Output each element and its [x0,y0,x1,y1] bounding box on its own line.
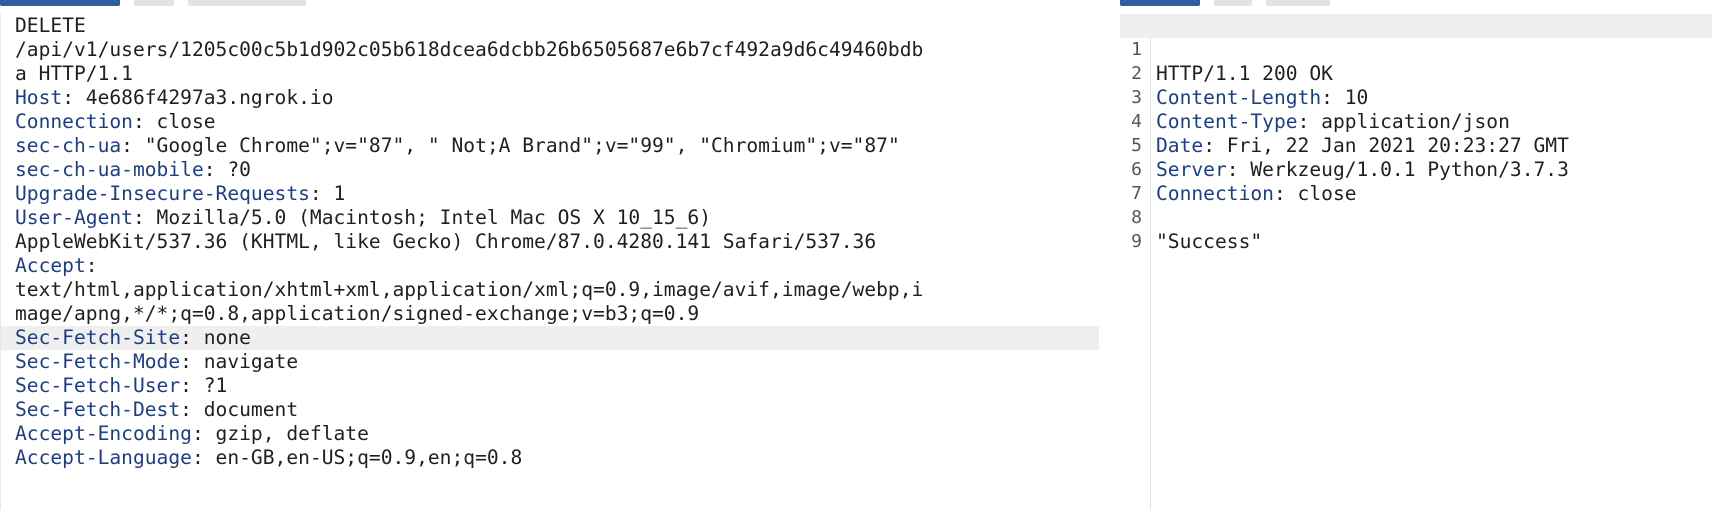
header-value: mage/apng,*/*;q=0.8,application/signed-e… [15,302,700,325]
response-line[interactable]: 6 Connection: close [1120,134,1712,205]
header-name: Accept-Language [15,446,192,469]
header-name: Upgrade-Insecure-Requests [15,182,310,205]
request-line[interactable]: Sec-Fetch-User: ?1 [1,374,1099,398]
request-line[interactable]: Sec-Fetch-Dest: document [1,398,1099,422]
header-name: Connection [15,110,133,133]
request-line[interactable]: Host: 4e686f4297a3.ngrok.io [1,86,1099,110]
header-name: User-Agent [15,206,133,229]
header-value: ?1 [191,374,228,397]
response-line[interactable]: 4 Date: Fri, 22 Jan 2021 20:23:27 GMT [1120,86,1712,157]
header-name: Sec-Fetch-Mode [15,350,181,373]
response-line[interactable]: 5 Server: Werkzeug/1.0.1 Python/3.7.3 [1120,110,1712,181]
request-line[interactable]: /api/v1/users/1205c00c5b1d902c05b618dcea… [1,38,1099,62]
request-line[interactable]: Connection: close [1,110,1099,134]
request-line[interactable]: AppleWebKit/537.36 (KHTML, like Gecko) C… [1,230,1099,254]
response-line[interactable]: 7 [1120,158,1712,204]
request-line[interactable]: sec-ch-ua-mobile: ?0 [1,158,1099,182]
response-tab[interactable] [1214,0,1252,6]
header-value: ?0 [215,158,251,181]
response-viewer[interactable]: 1 HTTP/1.1 200 OK 2 Content-Length: 10 3… [1120,14,1712,510]
response-line[interactable]: 9 [1120,206,1712,252]
header-name: sec-ch-ua [15,134,122,157]
header-value: DELETE [15,14,86,37]
header-name: Sec-Fetch-User [15,374,181,397]
header-value: 1 [321,182,346,205]
http-message-viewer: DELETE /api/v1/users/1205c00c5b1d902c05b… [0,0,1712,510]
header-value: "Google Chrome";v="87", " Not;A Brand";v… [132,134,900,157]
header-value: close [144,110,216,133]
header-value: /api/v1/users/1205c00c5b1d902c05b618dcea… [15,38,924,61]
header-value: document [191,398,299,421]
header-value: none [191,326,251,349]
header-value: Mozilla/5.0 (Macintosh; Intel Mac OS X 1… [144,206,711,229]
response-line[interactable]: 8 "Success" [1120,182,1712,253]
header-value: AppleWebKit/537.36 (KHTML, like Gecko) C… [15,230,877,253]
response-line[interactable]: 3 Content-Type: application/json [1120,62,1712,133]
response-tab-active[interactable] [1120,0,1200,6]
header-name: Sec-Fetch-Dest [15,398,181,421]
header-value: 4e686f4297a3.ngrok.io [73,86,334,109]
request-line[interactable]: Accept-Encoding: gzip, deflate [1,422,1099,446]
request-tab[interactable] [134,0,174,6]
header-name: Sec-Fetch-Site [15,326,181,349]
request-line[interactable]: Upgrade-Insecure-Requests: 1 [1,182,1099,206]
response-line[interactable]: 2 Content-Length: 10 [1120,38,1712,109]
request-line[interactable]: a HTTP/1.1 [1,62,1099,86]
response-line-current[interactable]: 1 HTTP/1.1 200 OK [1120,14,1712,85]
header-value: en-GB,en-US;q=0.9,en;q=0.8 [203,446,523,469]
request-tab-active[interactable] [0,0,120,6]
request-line[interactable]: mage/apng,*/*;q=0.8,application/signed-e… [1,302,1099,326]
request-line[interactable]: sec-ch-ua: "Google Chrome";v="87", " Not… [1,134,1099,158]
request-line[interactable]: User-Agent: Mozilla/5.0 (Macintosh; Inte… [1,206,1099,230]
response-tab-strip [1120,0,1344,6]
request-line[interactable]: DELETE [1,14,1099,38]
header-name: sec-ch-ua-mobile [15,158,204,181]
response-tab[interactable] [1266,0,1330,6]
request-line[interactable]: Sec-Fetch-Mode: navigate [1,350,1099,374]
line-number: 9 [1131,231,1142,252]
request-line[interactable]: text/html,application/xhtml+xml,applicat… [1,278,1099,302]
header-name: Accept-Encoding [15,422,192,445]
header-value: text/html,application/xhtml+xml,applicat… [15,278,924,301]
request-line[interactable]: Accept: [1,254,1099,278]
header-value: gzip, deflate [203,422,369,445]
request-line-current[interactable]: Sec-Fetch-Site: none [1,326,1099,350]
request-tab-strip [0,0,320,6]
header-value: navigate [191,350,299,373]
header-name: Host [15,86,63,109]
header-name: Accept [15,254,86,277]
request-line[interactable]: Accept-Language: en-GB,en-US;q=0.9,en;q=… [1,446,1099,470]
request-editor[interactable]: DELETE /api/v1/users/1205c00c5b1d902c05b… [0,14,1099,510]
header-value: a HTTP/1.1 [15,62,133,85]
request-tab[interactable] [188,0,306,6]
